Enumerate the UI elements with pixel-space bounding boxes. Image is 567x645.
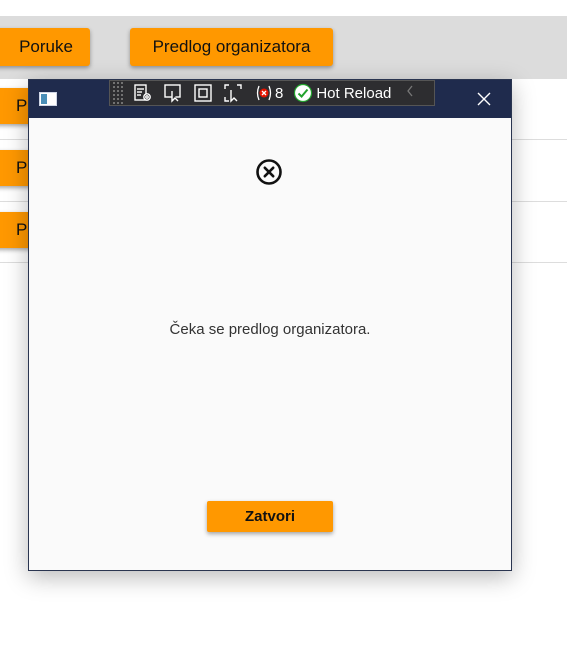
binding-failures-indicator[interactable]: 8 [254, 83, 283, 103]
display-layout-adorners-icon[interactable] [192, 82, 214, 104]
hot-reload-status[interactable]: Hot Reload [293, 83, 391, 103]
app-icon [39, 92, 57, 106]
window-titlebar[interactable]: 8 Hot Reload [29, 80, 511, 118]
dialog-window: 8 Hot Reload Čeka se predlog organizator… [28, 79, 512, 571]
close-icon[interactable] [475, 90, 493, 108]
select-element-icon[interactable] [162, 82, 184, 104]
toolbar-grip[interactable] [112, 81, 124, 105]
app-root: Poruke Predlog organizatora P P P 8 Hot … [0, 0, 567, 645]
close-button[interactable]: Zatvori [207, 501, 333, 532]
circle-x-icon [256, 159, 282, 185]
xaml-devtools-toolbar: 8 Hot Reload [109, 80, 435, 106]
check-circle-icon [294, 83, 313, 103]
hot-reload-label: Hot Reload [316, 84, 392, 102]
binding-error-count: 8 [275, 84, 284, 102]
live-visual-tree-icon[interactable] [132, 82, 154, 104]
chevron-left-icon[interactable] [405, 83, 415, 103]
binding-error-icon [256, 85, 272, 101]
track-focused-element-icon[interactable] [222, 82, 244, 104]
poruke-button[interactable]: Poruke [0, 28, 90, 66]
predlog-organizatora-button[interactable]: Predlog organizatora [130, 28, 333, 66]
status-message: Čeka se predlog organizatora. [169, 321, 371, 338]
